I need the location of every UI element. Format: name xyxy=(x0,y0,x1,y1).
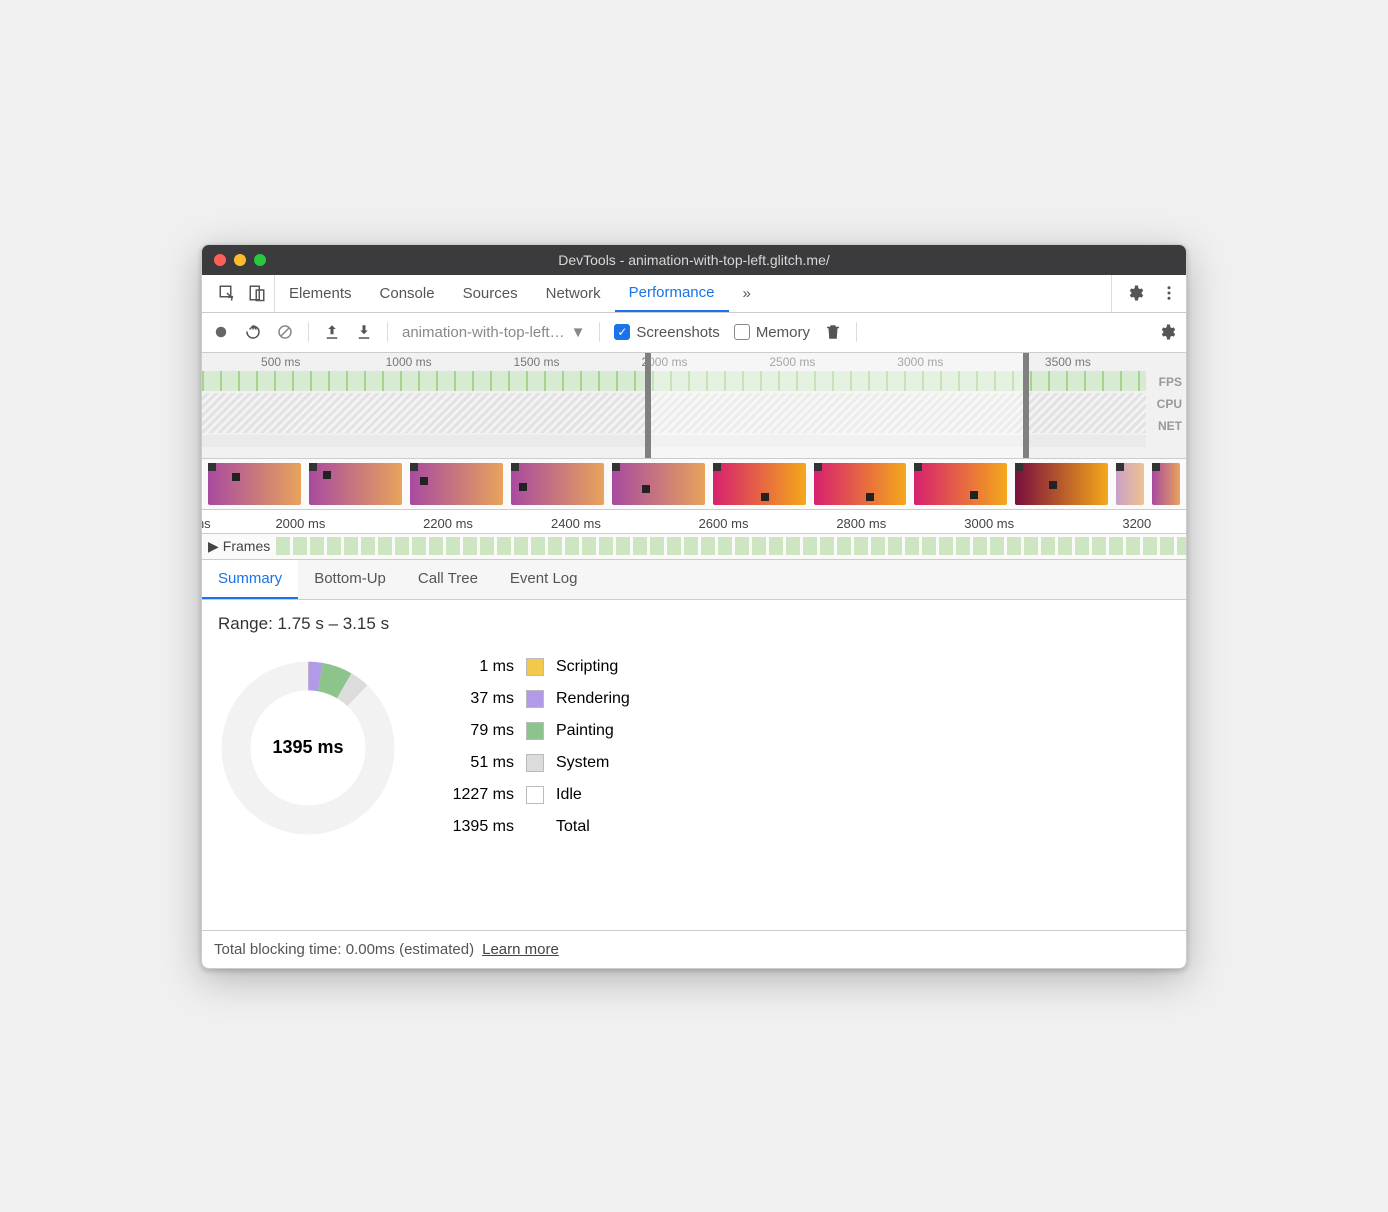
flamechart-ruler[interactable]: ms 2000 ms 2200 ms 2400 ms 2600 ms 2800 ms 300… xyxy=(202,510,1186,534)
tab-console[interactable]: Console xyxy=(366,275,449,312)
footer: Total blocking time: 0.00ms (estimated) … xyxy=(202,930,1186,968)
filmstrip-thumb[interactable] xyxy=(511,463,604,505)
legend-swatch xyxy=(526,690,544,708)
trash-icon[interactable] xyxy=(824,323,842,341)
inspect-icon[interactable] xyxy=(218,284,236,302)
overflow-tabs-button[interactable]: » xyxy=(729,275,765,312)
main-tabbar: ElementsConsoleSourcesNetworkPerformance… xyxy=(202,275,1186,313)
overview-row-labels: FPSCPUNET xyxy=(1157,371,1182,437)
download-icon[interactable] xyxy=(355,323,373,341)
overview-tick: 1000 ms xyxy=(386,355,432,369)
legend-swatch xyxy=(526,658,544,676)
legend-value: 1 ms xyxy=(438,658,514,676)
tab-performance[interactable]: Performance xyxy=(615,275,729,312)
memory-checkbox[interactable]: Memory xyxy=(734,324,810,341)
legend-value: 51 ms xyxy=(438,754,514,772)
perf-toolbar: animation-with-top-left… ▼ ✓ Screenshots… xyxy=(202,313,1186,353)
summary-donut: 1395 ms xyxy=(218,658,398,838)
blocking-time-text: Total blocking time: 0.00ms (estimated) xyxy=(214,941,474,958)
timeline-tick: 3000 ms xyxy=(964,516,1014,531)
legend-total-value: 1395 ms xyxy=(438,818,514,836)
legend-label: Scripting xyxy=(556,658,630,676)
tab-network[interactable]: Network xyxy=(532,275,615,312)
subtab-call-tree[interactable]: Call Tree xyxy=(402,560,494,599)
filmstrip-thumb[interactable] xyxy=(1116,463,1144,505)
filmstrip[interactable] xyxy=(202,459,1186,510)
timeline-tick: ms xyxy=(201,516,211,531)
device-toggle-icon[interactable] xyxy=(248,284,266,302)
filmstrip-thumb[interactable] xyxy=(814,463,907,505)
filmstrip-thumb[interactable] xyxy=(410,463,503,505)
upload-icon[interactable] xyxy=(323,323,341,341)
range-label: Range: 1.75 s – 3.15 s xyxy=(218,614,1170,634)
summary-legend: 1 ms Scripting 37 ms Rendering 79 ms Paint… xyxy=(438,658,630,836)
legend-label: Idle xyxy=(556,786,630,804)
gear-icon[interactable] xyxy=(1126,284,1144,302)
tab-sources[interactable]: Sources xyxy=(449,275,532,312)
timeline-tick: 2000 ms xyxy=(275,516,325,531)
legend-label: System xyxy=(556,754,630,772)
subtab-event-log[interactable]: Event Log xyxy=(494,560,594,599)
window-title: DevTools - animation-with-top-left.glitc… xyxy=(202,252,1186,268)
settings-gear-icon[interactable] xyxy=(1158,323,1176,341)
legend-total-label: Total xyxy=(556,818,630,836)
timeline-tick: 3200 xyxy=(1122,516,1151,531)
memory-label: Memory xyxy=(756,324,810,341)
legend-swatch xyxy=(526,722,544,740)
devtools-window: DevTools - animation-with-top-left.glitc… xyxy=(201,244,1187,969)
legend-value: 1227 ms xyxy=(438,786,514,804)
reload-icon[interactable] xyxy=(244,323,262,341)
recording-select-label: animation-with-top-left… xyxy=(402,324,565,341)
legend-value: 79 ms xyxy=(438,722,514,740)
frames-track[interactable]: ▶Frames xyxy=(202,534,1186,560)
subtab-summary[interactable]: Summary xyxy=(202,560,298,599)
filmstrip-thumb[interactable] xyxy=(914,463,1007,505)
tab-elements[interactable]: Elements xyxy=(275,275,366,312)
record-icon[interactable] xyxy=(212,323,230,341)
clear-icon[interactable] xyxy=(276,323,294,341)
legend-label: Painting xyxy=(556,722,630,740)
filmstrip-thumb[interactable] xyxy=(1015,463,1108,505)
expand-icon[interactable]: ▶ xyxy=(208,538,219,555)
timeline-tick: 2200 ms xyxy=(423,516,473,531)
overview-tick: 1500 ms xyxy=(514,355,560,369)
overview-tick: 500 ms xyxy=(261,355,300,369)
screenshots-label: Screenshots xyxy=(636,324,719,341)
kebab-icon[interactable] xyxy=(1160,284,1178,302)
timeline-tick: 2800 ms xyxy=(836,516,886,531)
filmstrip-thumb[interactable] xyxy=(309,463,402,505)
filmstrip-thumb[interactable] xyxy=(1152,463,1180,505)
timeline-tick: 2400 ms xyxy=(551,516,601,531)
legend-label: Rendering xyxy=(556,690,630,708)
filmstrip-thumb[interactable] xyxy=(612,463,705,505)
chevron-down-icon: ▼ xyxy=(571,324,586,341)
frames-label: Frames xyxy=(223,538,270,554)
filmstrip-thumb[interactable] xyxy=(208,463,301,505)
checkbox-unchecked-icon xyxy=(734,324,750,340)
timeline-tick: 2600 ms xyxy=(699,516,749,531)
overview-timeline[interactable]: 500 ms1000 ms1500 ms2000 ms2500 ms3000 m… xyxy=(202,353,1186,459)
checkbox-checked-icon: ✓ xyxy=(614,324,630,340)
detail-tabs: SummaryBottom-UpCall TreeEvent Log xyxy=(202,560,1186,600)
overview-selection[interactable] xyxy=(645,353,1029,458)
titlebar: DevTools - animation-with-top-left.glitc… xyxy=(202,245,1186,275)
summary-panel: Range: 1.75 s – 3.15 s 1395 ms 1 ms Scri… xyxy=(202,600,1186,930)
learn-more-link[interactable]: Learn more xyxy=(482,941,559,958)
legend-swatch xyxy=(526,786,544,804)
donut-center-value: 1395 ms xyxy=(218,658,398,838)
subtab-bottom-up[interactable]: Bottom-Up xyxy=(298,560,402,599)
legend-value: 37 ms xyxy=(438,690,514,708)
legend-swatch xyxy=(526,754,544,772)
screenshots-checkbox[interactable]: ✓ Screenshots xyxy=(614,324,719,341)
overview-tick: 3500 ms xyxy=(1045,355,1091,369)
recording-select[interactable]: animation-with-top-left… ▼ xyxy=(402,324,585,341)
filmstrip-thumb[interactable] xyxy=(713,463,806,505)
frames-strip xyxy=(276,537,1186,555)
